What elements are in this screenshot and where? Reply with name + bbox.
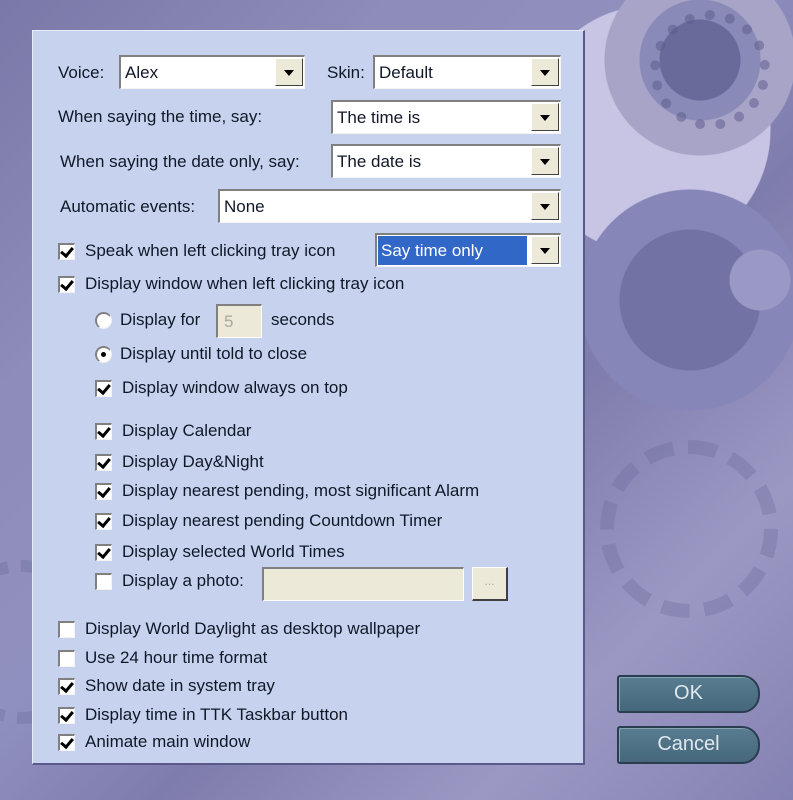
display-countdown-checkbox[interactable] [95,513,112,530]
speak-tray-label: Speak when left clicking tray icon [85,241,336,260]
display-day-night-checkbox[interactable] [95,454,112,471]
automatic-events-dropdown[interactable]: None [218,189,561,223]
speak-mode-value: Say time only [381,241,484,260]
display-photo-label: Display a photo: [122,571,244,590]
chevron-down-icon[interactable] [275,58,303,86]
display-until-radio[interactable] [95,346,112,363]
options-panel: Voice: Alex Skin: Default When saying th… [32,30,585,765]
skin-dropdown[interactable]: Default [373,55,561,89]
display-tray-label: Display window when left clicking tray i… [85,274,405,293]
display-alarm-checkbox[interactable] [95,483,112,500]
speak-mode-dropdown[interactable]: Say time only [375,233,561,267]
time-in-taskbar-label: Display time in TTK Taskbar button [85,705,348,724]
speak-tray-checkbox[interactable] [58,243,75,260]
display-world-times-checkbox[interactable] [95,544,112,561]
say-time-dropdown[interactable]: The time is [331,100,561,134]
background-gear-decoration [600,440,778,618]
use-24-hour-checkbox[interactable] [58,650,75,667]
chevron-down-icon[interactable] [531,103,559,131]
world-daylight-wallpaper-label: Display World Daylight as desktop wallpa… [85,619,421,638]
display-world-times-label: Display selected World Times [122,542,345,561]
display-photo-checkbox[interactable] [95,573,112,590]
always-on-top-checkbox[interactable] [95,380,112,397]
display-seconds-input[interactable]: 5 [216,304,262,338]
browse-photo-button[interactable]: ... [472,567,508,601]
say-date-dropdown[interactable]: The date is [331,144,561,178]
skin-value: Default [379,63,433,82]
ok-button[interactable]: OK [617,675,760,713]
always-on-top-label: Display window always on top [122,378,348,397]
voice-dropdown[interactable]: Alex [119,55,305,89]
voice-label: Voice: [58,63,105,82]
display-alarm-label: Display nearest pending, most significan… [122,481,480,500]
display-calendar-checkbox[interactable] [95,423,112,440]
world-daylight-wallpaper-checkbox[interactable] [58,621,75,638]
display-until-label: Display until told to close [120,344,308,363]
animate-window-checkbox[interactable] [58,734,75,751]
chevron-down-icon[interactable] [531,236,559,264]
chevron-down-icon[interactable] [531,58,559,86]
cancel-button[interactable]: Cancel [617,726,760,764]
background-gear-decoration [650,10,770,130]
show-date-tray-label: Show date in system tray [85,676,275,695]
seconds-label: seconds [271,310,335,329]
display-tray-checkbox[interactable] [58,276,75,293]
automatic-events-value: None [224,197,265,216]
display-countdown-label: Display nearest pending Countdown Timer [122,511,443,530]
chevron-down-icon[interactable] [531,192,559,220]
say-date-value: The date is [337,152,422,171]
chevron-down-icon[interactable] [531,147,559,175]
voice-value: Alex [125,63,159,82]
display-day-night-label: Display Day&Night [122,452,264,471]
say-time-label: When saying the time, say: [58,107,263,126]
use-24-hour-label: Use 24 hour time format [85,648,268,667]
photo-path-input[interactable] [262,567,464,601]
say-time-value: The time is [337,108,421,127]
display-calendar-label: Display Calendar [122,421,252,440]
display-for-label: Display for [120,310,201,329]
animate-window-label: Animate main window [85,732,251,751]
display-seconds-value: 5 [224,312,234,331]
display-for-radio[interactable] [95,312,112,329]
show-date-tray-checkbox[interactable] [58,678,75,695]
say-date-label: When saying the date only, say: [60,152,300,171]
automatic-events-label: Automatic events: [60,197,196,216]
time-in-taskbar-checkbox[interactable] [58,707,75,724]
skin-label: Skin: [327,63,365,82]
